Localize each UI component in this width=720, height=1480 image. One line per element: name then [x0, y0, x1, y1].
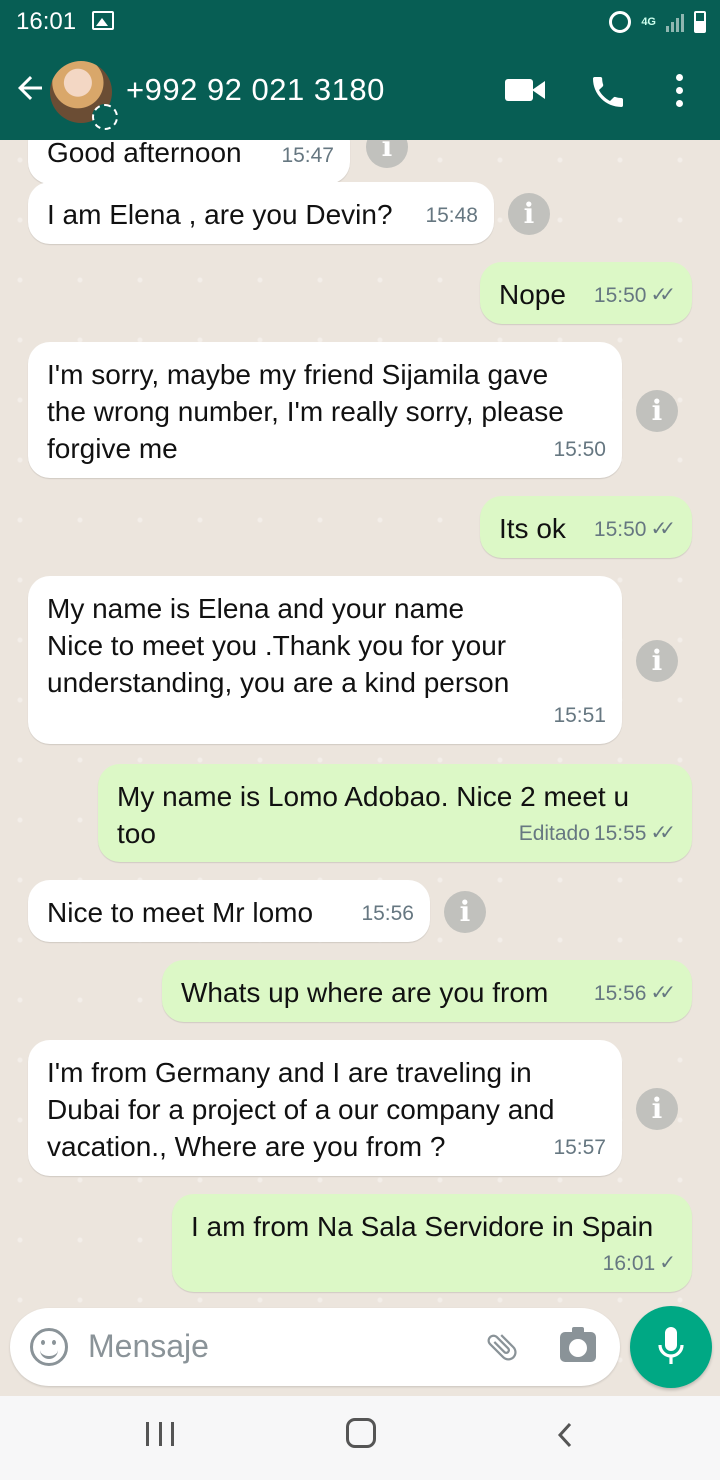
message-text: Good afternoon	[47, 140, 242, 168]
info-icon[interactable]: i	[636, 390, 678, 432]
message-time: 15:48	[425, 197, 478, 234]
message-time: 15:47	[281, 140, 334, 174]
info-icon[interactable]: i	[508, 193, 550, 235]
read-ticks-icon: ✓✓	[650, 518, 675, 540]
message-text: I'm from Germany and I are traveling in …	[47, 1057, 555, 1162]
status-ring-icon	[92, 104, 118, 130]
signal-icon	[666, 12, 684, 32]
message-incoming[interactable]: I'm from Germany and I are traveling in …	[28, 1040, 622, 1176]
message-text: I am Elena , are you Devin?	[47, 199, 393, 230]
gallery-icon	[92, 11, 114, 30]
message-list[interactable]: Good afternoon 15:47 i I am Elena , are …	[0, 140, 720, 1396]
time-label: 15:56	[593, 982, 647, 1005]
microphone-icon	[658, 1327, 684, 1364]
message-time: 16:01 ✓	[603, 1245, 676, 1282]
message-incoming[interactable]: I'm sorry, maybe my friend Sijamila gave…	[28, 342, 622, 478]
message-outgoing[interactable]: Nope 15:50 ✓✓	[480, 262, 692, 324]
message-text: My name is Elena and your name Nice to m…	[47, 593, 510, 698]
emoji-icon[interactable]	[30, 1328, 68, 1366]
video-call-icon[interactable]	[505, 79, 545, 101]
message-time: 15:50 ✓✓	[594, 511, 676, 548]
message-time: 15:51	[553, 697, 606, 734]
network-type: 4G	[641, 16, 656, 28]
message-time: Editado 15:55 ✓✓	[519, 815, 676, 852]
alarm-icon	[609, 11, 632, 33]
info-icon[interactable]: i	[444, 891, 486, 933]
contact-name[interactable]: +992 92 021 3180	[126, 72, 385, 108]
time-label: 15:50	[553, 438, 606, 461]
status-time: 16:01	[16, 8, 77, 35]
sent-tick-icon: ✓	[659, 1252, 676, 1274]
message-text: I'm sorry, maybe my friend Sijamila gave…	[47, 359, 564, 464]
message-time: 15:57	[553, 1129, 606, 1166]
message-text: Nope	[499, 279, 566, 310]
message-outgoing[interactable]: Its ok 15:50 ✓✓	[480, 496, 692, 558]
message-incoming[interactable]: Good afternoon 15:47	[28, 140, 350, 184]
message-incoming[interactable]: Nice to meet Mr lomo 15:56	[28, 880, 430, 942]
camera-icon[interactable]	[560, 1327, 596, 1362]
recents-icon[interactable]	[146, 1422, 174, 1446]
info-icon[interactable]: i	[636, 1088, 678, 1130]
message-time: 15:50	[553, 431, 606, 468]
time-label: 15:56	[361, 902, 414, 925]
time-label: 15:47	[281, 144, 334, 167]
time-label: 16:01	[602, 1252, 656, 1275]
message-outgoing[interactable]: Whats up where are you from 15:56 ✓✓	[162, 960, 692, 1022]
arrow-left-icon[interactable]	[12, 70, 48, 106]
info-icon[interactable]: i	[636, 640, 678, 682]
time-label: 15:51	[553, 704, 606, 727]
home-icon[interactable]	[346, 1418, 376, 1448]
more-vert-icon[interactable]	[676, 74, 684, 108]
message-text: I am from Na Sala Servidore in Spain	[191, 1211, 654, 1242]
read-ticks-icon: ✓✓	[650, 982, 675, 1004]
time-label: 15:50	[593, 284, 647, 307]
time-label: 15:50	[593, 518, 647, 541]
message-outgoing[interactable]: My name is Lomo Adobao. Nice 2 meet u to…	[98, 764, 692, 862]
message-text: Whats up where are you from	[181, 977, 549, 1008]
battery-icon	[694, 11, 706, 33]
voice-message-button[interactable]	[630, 1306, 712, 1388]
phone-icon[interactable]	[588, 72, 628, 112]
message-incoming[interactable]: My name is Elena and your name Nice to m…	[28, 576, 622, 744]
message-time: 15:50 ✓✓	[594, 277, 676, 314]
time-label: 15:57	[553, 1136, 606, 1159]
time-label: 15:55	[593, 822, 647, 845]
status-icons: 4G	[609, 8, 706, 36]
chat-header: +992 92 021 3180	[0, 44, 720, 140]
message-time: 15:56 ✓✓	[594, 975, 676, 1012]
paperclip-icon[interactable]	[484, 1328, 520, 1366]
nav-back-icon[interactable]	[552, 1420, 578, 1450]
read-ticks-icon: ✓✓	[650, 822, 675, 844]
message-input[interactable]: Mensaje	[88, 1328, 209, 1365]
message-text: Its ok	[499, 513, 566, 544]
message-incoming[interactable]: I am Elena , are you Devin? 15:48	[28, 182, 494, 244]
read-ticks-icon: ✓✓	[650, 284, 675, 306]
time-label: 15:48	[425, 204, 478, 227]
edited-label: Editado	[518, 822, 590, 845]
message-time: 15:56	[361, 895, 414, 932]
message-outgoing[interactable]: I am from Na Sala Servidore in Spain 16:…	[172, 1194, 692, 1292]
info-icon[interactable]: i	[366, 140, 408, 168]
status-bar: 16:01 4G	[0, 0, 720, 44]
system-nav-bar	[0, 1396, 720, 1480]
message-composer[interactable]: Mensaje	[10, 1308, 620, 1386]
message-text: Nice to meet Mr lomo	[47, 897, 314, 928]
